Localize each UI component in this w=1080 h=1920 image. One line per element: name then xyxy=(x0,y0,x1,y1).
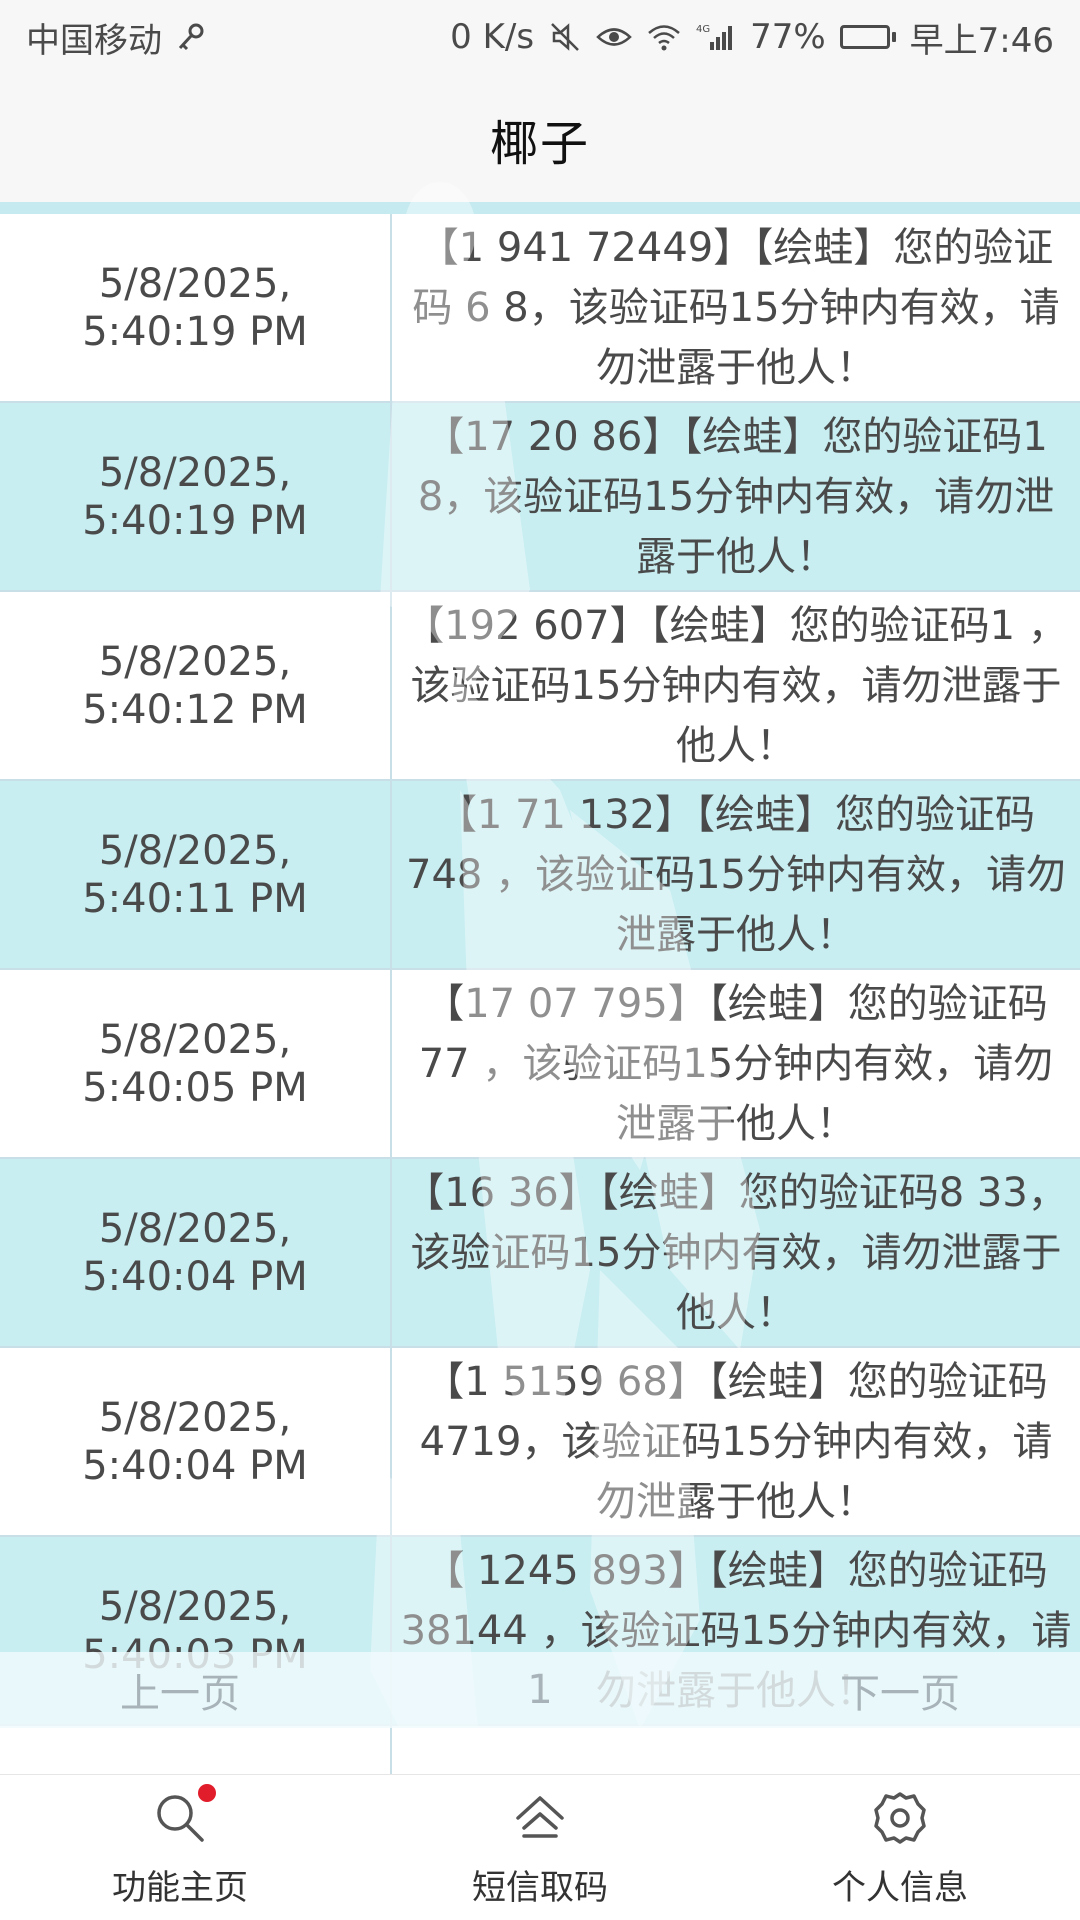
nav-label: 功能主页 xyxy=(112,1868,248,1908)
header-divider xyxy=(0,202,1080,214)
table-row[interactable]: 5/8/2025, 5:40:05 PM 【17 07 795】【绘蛙】您的验证码… xyxy=(0,970,1080,1159)
eye-icon xyxy=(596,22,632,52)
sms-message: 【1 941 72449】【绘蛙】您的验证码 6 8，该验证码15分钟内有效，请… xyxy=(412,224,1060,391)
sms-message: 【1 5159 68】【绘蛙】您的验证码 4719，该验证码15分钟内有效，请勿… xyxy=(419,1358,1053,1525)
pagination-bar: 上一页 1 下一页 xyxy=(0,1652,1080,1728)
sms-message: 【17 1295816】【绘蛙】您的验证 xyxy=(392,1726,1080,1774)
received-time: 5/8/2025, 5:40:04 PM xyxy=(0,1159,392,1346)
app-screen: 中国移动 0 K/s 4G 77% 早上7:46 椰子 5/8/2025, 5:… xyxy=(0,0,1080,1920)
nav-label: 短信取码 xyxy=(472,1868,608,1908)
received-time xyxy=(0,1726,392,1774)
carrier-name: 中国移动 xyxy=(26,20,162,61)
status-bar: 中国移动 0 K/s 4G 77% 早上7:46 xyxy=(0,0,1080,74)
key-icon xyxy=(176,22,206,52)
notification-badge xyxy=(198,1784,216,1802)
gear-icon xyxy=(868,1786,932,1850)
nav-item-home[interactable]: 功能主页 xyxy=(30,1784,330,1909)
bottom-nav: 功能主页 短信取码 个人信息 xyxy=(0,1774,1080,1920)
page-title: 椰子 xyxy=(489,116,590,172)
table-row[interactable]: 【17 1295816】【绘蛙】您的验证 xyxy=(0,1726,1080,1774)
received-time: 5/8/2025, 5:40:05 PM xyxy=(0,970,392,1157)
table-row[interactable]: 5/8/2025, 5:40:19 PM 【1 941 72449】【绘蛙】您的验… xyxy=(0,214,1080,403)
status-right: 0 K/s 4G 77% 早上7:46 xyxy=(450,13,1054,62)
status-left: 中国移动 xyxy=(26,13,206,62)
received-time: 5/8/2025, 5:40:19 PM xyxy=(0,403,392,590)
network-type-text: 4G xyxy=(696,24,710,35)
table-row[interactable]: 5/8/2025, 5:40:04 PM 【16 36】【绘蛙】您的验证码8 33… xyxy=(0,1159,1080,1348)
sms-table[interactable]: 5/8/2025, 5:40:19 PM 【1 941 72449】【绘蛙】您的验… xyxy=(0,214,1080,1774)
prev-page-button[interactable]: 上一页 xyxy=(120,1661,240,1719)
table-row[interactable]: 5/8/2025, 5:40:04 PM 【1 5159 68】【绘蛙】您的验证码… xyxy=(0,1348,1080,1537)
sms-message: 【1 71 132】【绘蛙】您的验证码748 ，该验证码15分钟内有效，请勿泄露… xyxy=(406,791,1066,958)
wifi-icon xyxy=(646,22,682,52)
sms-message: 【192 607】【绘蛙】您的验证码1 ，该验证码15分钟内有效，请勿泄露于他人… xyxy=(404,602,1068,769)
network-speed: 0 K/s xyxy=(450,17,535,57)
mute-icon xyxy=(548,20,582,54)
sms-message: 【17 07 795】【绘蛙】您的验证码 77 ，该验证码15分钟内有效，请勿泄… xyxy=(418,980,1054,1147)
received-time: 5/8/2025, 5:40:12 PM xyxy=(0,592,392,779)
page-number: 1 xyxy=(527,1667,553,1713)
table-row[interactable]: 5/8/2025, 5:40:19 PM 【17 20 86】【绘蛙】您的验证码1… xyxy=(0,403,1080,592)
app-header: 椰子 xyxy=(0,74,1080,204)
search-icon xyxy=(148,1784,216,1850)
nav-label: 个人信息 xyxy=(832,1868,968,1908)
home-icon xyxy=(508,1786,572,1850)
battery-percent: 77% xyxy=(750,17,826,57)
sms-message: 【16 36】【绘蛙】您的验证码8 33，该验证码15分钟内有效，请勿泄露于他人… xyxy=(404,1169,1068,1336)
signal-icon: 4G xyxy=(696,22,736,52)
table-row[interactable]: 5/8/2025, 5:40:11 PM 【1 71 132】【绘蛙】您的验证码7… xyxy=(0,781,1080,970)
received-time: 5/8/2025, 5:40:19 PM xyxy=(0,214,392,401)
next-page-button[interactable]: 下一页 xyxy=(840,1661,960,1719)
received-time: 5/8/2025, 5:40:11 PM xyxy=(0,781,392,968)
nav-item-sms[interactable]: 短信取码 xyxy=(390,1786,690,1909)
clock: 早上7:46 xyxy=(909,20,1054,61)
nav-item-profile[interactable]: 个人信息 xyxy=(750,1786,1050,1909)
sms-message: 【17 20 86】【绘蛙】您的验证码1 8，该验证码15分钟内有效，请勿泄露于… xyxy=(417,413,1055,580)
table-row[interactable]: 5/8/2025, 5:40:12 PM 【192 607】【绘蛙】您的验证码1 … xyxy=(0,592,1080,781)
battery-icon xyxy=(839,25,896,49)
received-time: 5/8/2025, 5:40:04 PM xyxy=(0,1348,392,1535)
